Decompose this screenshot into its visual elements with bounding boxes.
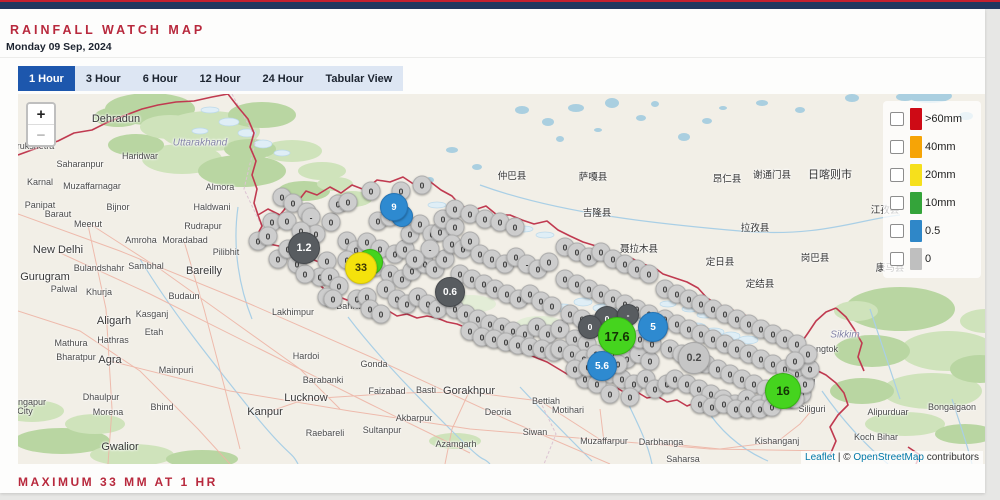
tab-24-hour[interactable]: 24 Hour — [252, 66, 315, 91]
legend-row: 10mm — [890, 191, 976, 214]
station-marker[interactable]: 0.6 — [435, 277, 465, 307]
page-date: Monday 09 Sep, 2024 — [6, 41, 112, 53]
station-marker[interactable]: 0 — [258, 226, 278, 246]
map-canvas — [18, 94, 985, 464]
station-marker[interactable]: 33 — [345, 252, 377, 284]
station-marker[interactable]: 0 — [639, 264, 659, 284]
station-marker[interactable]: 0 — [405, 249, 425, 269]
station-marker[interactable]: 0 — [338, 192, 358, 212]
legend-row: >60mm — [890, 107, 976, 130]
station-marker[interactable]: 0 — [542, 296, 562, 316]
legend-color-swatch — [910, 191, 922, 214]
legend-label: 10mm — [925, 196, 956, 209]
top-navbar — [0, 0, 1000, 9]
rainfall-watch-card: RAINFALL WATCH MAP Monday 09 Sep, 2024 1… — [0, 9, 985, 493]
leaflet-link[interactable]: Leaflet — [805, 452, 835, 463]
station-marker[interactable]: 0 — [640, 351, 660, 371]
tab-3-hour[interactable]: 3 Hour — [75, 66, 132, 91]
station-marker[interactable]: 0 — [600, 384, 620, 404]
station-marker[interactable]: 1.2 — [288, 232, 320, 264]
legend-label: >60mm — [925, 112, 962, 125]
station-marker[interactable]: 0 — [785, 351, 805, 371]
station-marker[interactable]: 0 — [505, 217, 525, 237]
openstreetmap-link[interactable]: OpenStreetMap — [853, 452, 924, 463]
legend-row: 40mm — [890, 135, 976, 158]
legend-label: 20mm — [925, 168, 956, 181]
station-marker[interactable]: 0 — [361, 181, 381, 201]
station-marker[interactable]: 9 — [380, 193, 408, 221]
map-attribution: Leaflet | © OpenStreetMap contributors — [801, 451, 983, 464]
station-marker[interactable]: 5.6 — [587, 351, 617, 381]
legend-label: 0 — [925, 252, 932, 265]
tab-1-hour[interactable]: 1 Hour — [18, 66, 75, 91]
station-marker[interactable]: 16 — [765, 373, 801, 409]
tab-bar: 1 Hour 3 Hour 6 Hour 12 Hour 24 Hour Tabular … — [18, 66, 404, 91]
tab-tabular-view[interactable]: Tabular View — [314, 66, 403, 91]
station-marker[interactable]: 0 — [539, 252, 559, 272]
legend-checkbox[interactable] — [890, 223, 904, 238]
station-marker[interactable]: 17.6 — [598, 317, 636, 355]
tab-6-hour[interactable]: 6 Hour — [132, 66, 189, 91]
legend-label: 0.5 — [925, 224, 941, 237]
page: { "header": {"title": "RAINFALL WATCH MA… — [0, 0, 1000, 500]
page-title: RAINFALL WATCH MAP — [10, 23, 206, 37]
header-divider — [0, 57, 985, 58]
legend-color-swatch — [910, 219, 922, 242]
station-marker[interactable]: 5 — [638, 312, 668, 342]
legend-row: 0 — [890, 247, 976, 270]
zoom-out-button[interactable]: − — [28, 124, 54, 145]
legend-label: 40mm — [925, 140, 956, 153]
attribution-separator: | © — [835, 452, 854, 463]
legend-row: 20mm — [890, 163, 976, 186]
legend-checkbox[interactable] — [890, 139, 904, 154]
zoom-in-button[interactable]: + — [28, 104, 54, 124]
legend-checkbox[interactable] — [890, 195, 904, 210]
legend-color-swatch — [910, 107, 922, 130]
legend-row: 0.5 — [890, 219, 976, 242]
station-marker[interactable]: 0 — [371, 304, 391, 324]
station-marker[interactable]: 0.2 — [678, 342, 710, 374]
map[interactable]: Dehradun Saharanpur Haridwar Karnal Muzaffar… — [18, 94, 985, 464]
rainfall-legend: >60mm 40mm 20mm 10mm 0.5 0 — [883, 101, 981, 278]
legend-checkbox[interactable] — [890, 167, 904, 182]
legend-color-swatch — [910, 163, 922, 186]
station-marker[interactable]: 0 — [323, 289, 343, 309]
legend-checkbox[interactable] — [890, 111, 904, 126]
tab-12-hour[interactable]: 12 Hour — [189, 66, 252, 91]
legend-checkbox[interactable] — [890, 251, 904, 266]
legend-color-swatch — [910, 247, 922, 270]
zoom-control: + − — [26, 102, 56, 147]
maximum-rainfall-text: MAXIMUM 33 MM AT 1 HR — [18, 475, 218, 489]
attribution-suffix: contributors — [923, 452, 979, 463]
station-marker[interactable]: 0 — [412, 175, 432, 195]
station-marker[interactable]: 0 — [445, 217, 465, 237]
station-marker[interactable]: 0 — [295, 264, 315, 284]
legend-color-swatch — [910, 135, 922, 158]
station-marker[interactable]: 0 — [620, 387, 640, 407]
